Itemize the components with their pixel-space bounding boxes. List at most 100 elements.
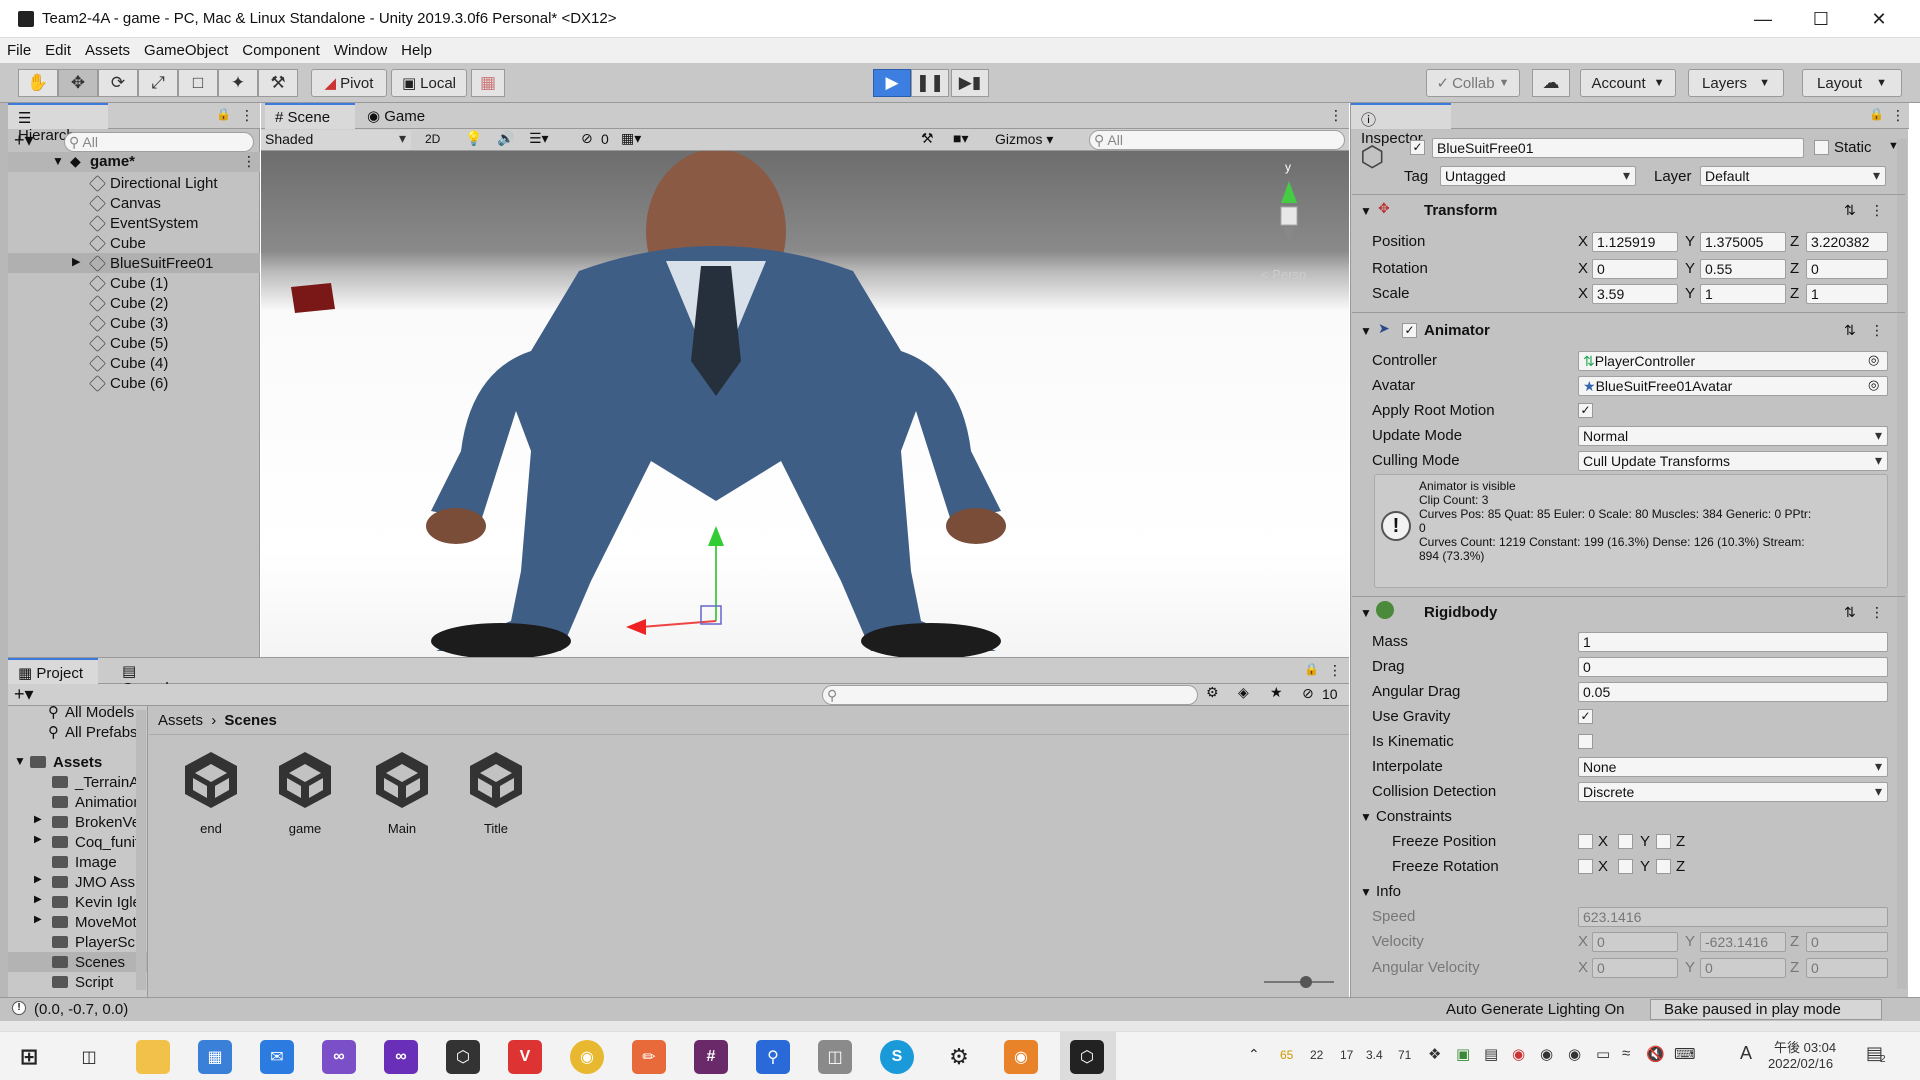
blender-icon[interactable]: ◉ — [1004, 1040, 1038, 1074]
label-icon[interactable]: ◈ — [1238, 684, 1249, 701]
freeze-pos-x-checkbox[interactable] — [1578, 834, 1593, 849]
grid-snap-icon[interactable]: ▦ — [471, 69, 505, 97]
add-object-button[interactable]: +▾ — [14, 130, 34, 151]
hierarchy-item[interactable]: BlueSuitFree01 — [89, 253, 213, 273]
scale-y-field[interactable]: 1 — [1700, 284, 1786, 304]
active-checkbox[interactable]: ✓ — [1410, 140, 1425, 155]
hierarchy-search-input[interactable]: ⚲ All — [64, 132, 254, 152]
preset-icon[interactable]: ⇅ — [1844, 322, 1856, 339]
expand-arrow-icon[interactable]: ▶ — [72, 255, 80, 268]
info-foldout-icon[interactable]: ▼ — [1360, 885, 1372, 899]
position-z-field[interactable]: 3.220382 — [1806, 232, 1888, 252]
shading-dropdown[interactable]: Shaded — [261, 130, 411, 150]
move-tool-icon[interactable]: ✥ — [58, 69, 98, 97]
scene-search-input[interactable]: ⚲ All — [1089, 130, 1345, 150]
preset-icon[interactable]: ⇅ — [1844, 202, 1856, 219]
effects-icon[interactable]: ☰▾ — [529, 130, 549, 147]
audio-icon[interactable]: 🔊 — [497, 130, 514, 147]
hierarchy-item[interactable]: Cube (3) — [89, 313, 168, 333]
folder-item[interactable]: Coq_funit — [52, 832, 139, 852]
assets-root[interactable]: Assets — [30, 752, 102, 772]
breadcrumb-assets[interactable]: Assets — [158, 712, 203, 729]
rotate-tool-icon[interactable]: ⟳ — [98, 69, 138, 97]
menu-component[interactable]: Component — [235, 38, 327, 59]
windows-start-icon[interactable]: ⊞ — [12, 1040, 46, 1074]
tray-app-icon[interactable]: ▣ — [1456, 1045, 1470, 1063]
static-checkbox[interactable] — [1814, 140, 1829, 155]
expand-arrow-icon[interactable]: ▶ — [34, 814, 42, 825]
freeze-rot-z-checkbox[interactable] — [1656, 859, 1671, 874]
scene-kebab-icon[interactable]: ⋮ — [242, 153, 256, 170]
tab-console[interactable]: ▤ Console — [112, 658, 202, 697]
freeze-rot-x-checkbox[interactable] — [1578, 859, 1593, 874]
menu-window[interactable]: Window — [327, 38, 394, 59]
inspector-scrollbar[interactable] — [1897, 139, 1907, 989]
controller-field[interactable]: ⇅PlayerController — [1578, 351, 1888, 371]
fav-item[interactable]: ⚲ All Models — [48, 706, 134, 722]
kebab-menu-icon[interactable]: ⋮ — [1891, 107, 1905, 124]
tray-ime-icon[interactable]: A — [1740, 1043, 1752, 1064]
folder-item[interactable]: _TerrainA — [52, 772, 139, 792]
hierarchy-item[interactable]: EventSystem — [89, 213, 198, 233]
tab-hierarchy[interactable]: ☰ Hierarchy — [8, 103, 108, 144]
play-button[interactable]: ▶ — [873, 69, 911, 97]
camera-icon[interactable]: ■▾ — [953, 130, 968, 147]
filter-type-icon[interactable]: ⚙ — [1206, 684, 1219, 701]
freeze-rot-y-checkbox[interactable] — [1618, 859, 1633, 874]
lock-icon[interactable]: 🔒 — [1869, 107, 1884, 121]
maps-icon[interactable]: ⚲ — [756, 1040, 790, 1074]
breadcrumb-scenes[interactable]: Scenes — [224, 712, 277, 729]
root-motion-checkbox[interactable]: ✓ — [1578, 403, 1593, 418]
slider-thumb[interactable] — [1300, 976, 1312, 988]
store-icon[interactable]: ▦ — [198, 1040, 232, 1074]
lock-icon[interactable]: 🔒 — [216, 107, 231, 121]
cloud-icon[interactable]: ☁ — [1532, 69, 1570, 97]
update-mode-dropdown[interactable]: Normal — [1578, 426, 1888, 446]
hidden-toggle-icon[interactable]: ⊘ — [1302, 685, 1314, 702]
preset-icon[interactable]: ⇅ — [1844, 604, 1856, 621]
visual-studio-icon[interactable]: ∞ — [322, 1040, 356, 1074]
layout-button[interactable]: Layout ▼ — [1802, 69, 1902, 97]
tray-chevron-icon[interactable]: ⌃ — [1248, 1046, 1260, 1063]
clock-date[interactable]: 2022/02/16 — [1768, 1056, 1833, 1071]
pivot-button[interactable]: ◢ Pivot — [311, 69, 387, 97]
scene-expand-icon[interactable]: ▼ — [52, 154, 64, 168]
expand-arrow-icon[interactable]: ▶ — [34, 834, 42, 845]
visibility-icon[interactable]: ⊘ — [581, 130, 593, 147]
grid-toggle-icon[interactable]: ▦▾ — [621, 130, 641, 147]
folder-item[interactable]: Kevin Igle — [52, 892, 141, 912]
rigidbody-foldout-icon[interactable]: ▼ — [1360, 606, 1372, 620]
use-gravity-checkbox[interactable]: ✓ — [1578, 709, 1593, 724]
kebab-menu-icon[interactable]: ⋮ — [1870, 202, 1884, 219]
freeze-pos-y-checkbox[interactable] — [1618, 834, 1633, 849]
chevron-down-icon[interactable]: ▼ — [1888, 140, 1899, 152]
scene-viewport[interactable]: y < Persp — [261, 151, 1349, 657]
pause-button[interactable]: ❚❚ — [911, 69, 949, 97]
folder-item[interactable]: PlayerSc — [52, 932, 135, 952]
assets-expand-icon[interactable]: ▼ — [14, 754, 26, 768]
vivaldi-icon[interactable]: V — [508, 1040, 542, 1074]
object-picker-icon[interactable]: ◎ — [1868, 377, 1879, 393]
local-button[interactable]: ▣ Local — [391, 69, 467, 97]
folder-item[interactable]: Scenes — [52, 952, 125, 972]
scale-z-field[interactable]: 1 — [1806, 284, 1888, 304]
position-y-field[interactable]: 1.375005 — [1700, 232, 1786, 252]
tray-volume-icon[interactable]: 🔇 — [1646, 1045, 1665, 1063]
project-search-input[interactable]: ⚲ — [822, 685, 1198, 705]
unity-editor-icon[interactable]: ⬡ — [1070, 1040, 1104, 1074]
position-x-field[interactable]: 1.125919 — [1592, 232, 1678, 252]
maximize-button[interactable]: ☐ — [1792, 0, 1850, 38]
task-view-icon[interactable]: ◫ — [72, 1040, 106, 1074]
freeze-pos-z-checkbox[interactable] — [1656, 834, 1671, 849]
tab-scene[interactable]: # Scene — [265, 103, 355, 129]
tray-app2-icon[interactable]: ◉ — [1512, 1045, 1525, 1063]
menu-gameobject[interactable]: GameObject — [137, 38, 235, 59]
network-icon[interactable]: ◫ — [818, 1040, 852, 1074]
scale-tool-icon[interactable]: ⤢ — [138, 69, 178, 97]
transform-tool-icon[interactable]: ✦ — [218, 69, 258, 97]
star-icon[interactable]: ★ — [1270, 684, 1283, 701]
tray-wifi-icon[interactable]: ≈ — [1622, 1045, 1630, 1062]
tab-inspector[interactable]: ⓘ Inspector — [1351, 103, 1451, 147]
custom-tool-icon[interactable]: ⚒ — [258, 69, 298, 97]
drag-field[interactable]: 0 — [1578, 657, 1888, 677]
